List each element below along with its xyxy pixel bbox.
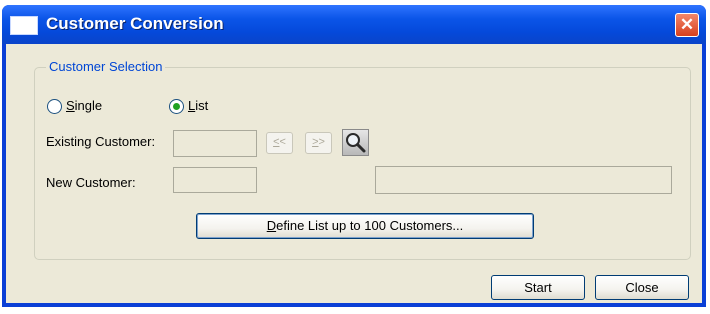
define-list-button[interactable]: Define List up to 100 Customers... [196, 213, 534, 239]
new-customer-name-field [375, 166, 672, 194]
search-customer-button[interactable] [342, 129, 369, 156]
magnifier-icon [346, 133, 366, 153]
single-radio-label[interactable]: Single [66, 98, 102, 113]
radio-selected-dot [173, 103, 180, 110]
list-radio-label[interactable]: List [188, 98, 208, 113]
app-window-icon [10, 16, 38, 35]
next-customer-button: >> [305, 132, 332, 154]
previous-customer-button: << [266, 132, 293, 154]
dialog-body: Customer Selection Single List Existing … [6, 44, 702, 303]
dialog-window: Customer Conversion ✕ Customer Selection… [2, 5, 706, 307]
single-radio[interactable] [47, 99, 62, 114]
group-legend: Customer Selection [46, 59, 166, 74]
close-window-button[interactable]: ✕ [675, 13, 699, 37]
window-title: Customer Conversion [46, 14, 224, 33]
list-radio[interactable] [169, 99, 184, 114]
close-button[interactable]: Close [595, 275, 689, 300]
new-customer-field [173, 167, 257, 193]
title-bar[interactable]: Customer Conversion ✕ [2, 5, 706, 44]
new-customer-label: New Customer: [46, 175, 136, 190]
existing-customer-label: Existing Customer: [46, 134, 156, 149]
existing-customer-field [173, 130, 257, 157]
start-button[interactable]: Start [491, 275, 585, 300]
